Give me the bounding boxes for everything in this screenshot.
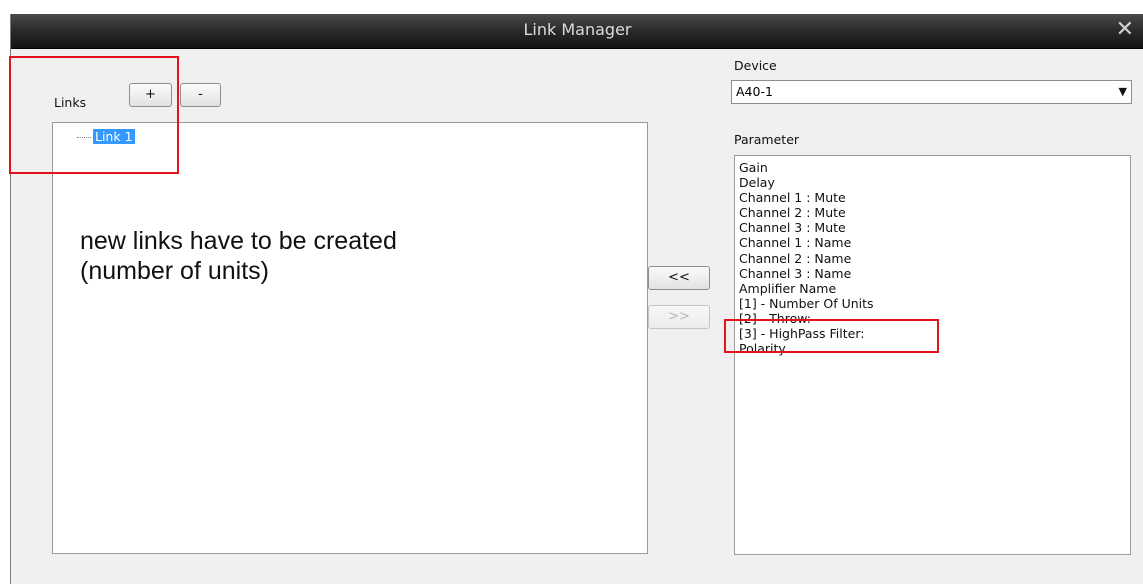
remove-link-button[interactable]: -: [180, 83, 221, 107]
tree-connector: [77, 137, 91, 138]
device-selected-value: A40-1: [736, 84, 773, 99]
annotation-line-2: (number of units): [80, 257, 269, 285]
parameter-list[interactable]: Gain Delay Channel 1 : Mute Channel 2 : …: [734, 155, 1131, 555]
close-icon[interactable]: ✕: [1116, 16, 1134, 44]
list-item[interactable]: Channel 3 : Name: [739, 266, 1130, 281]
links-tree[interactable]: Link 1: [52, 122, 648, 554]
link-1-label: Link 1: [93, 129, 135, 144]
list-item[interactable]: [2] - Throw:: [739, 311, 1130, 326]
list-item[interactable]: Gain: [739, 160, 1130, 175]
annotation-text: new links have to be created (number of …: [80, 226, 397, 286]
list-item[interactable]: Channel 2 : Name: [739, 251, 1130, 266]
title-bar[interactable]: Link Manager ✕: [11, 14, 1143, 49]
list-item[interactable]: [3] - HighPass Filter:: [739, 326, 1130, 341]
list-item[interactable]: [1] - Number Of Units: [739, 296, 1130, 311]
list-item[interactable]: Channel 1 : Name: [739, 235, 1130, 250]
list-item[interactable]: Amplifier Name: [739, 281, 1130, 296]
parameter-label: Parameter: [734, 132, 800, 147]
annotation-line-1: new links have to be created: [80, 227, 397, 255]
tree-item-link-1[interactable]: Link 1: [77, 129, 135, 144]
remove-parameter-button[interactable]: >>: [648, 305, 710, 329]
window-title: Link Manager: [523, 20, 632, 39]
list-item[interactable]: Channel 3 : Mute: [739, 220, 1130, 235]
device-label: Device: [734, 58, 777, 73]
add-parameter-button[interactable]: <<: [648, 266, 710, 290]
device-select[interactable]: A40-1 ▼: [731, 80, 1132, 104]
add-link-button[interactable]: +: [129, 83, 172, 107]
list-item[interactable]: Polarity: [739, 341, 1130, 356]
dropdown-arrow-icon[interactable]: ▼: [1119, 81, 1127, 103]
links-label: Links: [54, 95, 87, 110]
list-item[interactable]: Channel 2 : Mute: [739, 205, 1130, 220]
list-item[interactable]: Channel 1 : Mute: [739, 190, 1130, 205]
list-item[interactable]: Delay: [739, 175, 1130, 190]
